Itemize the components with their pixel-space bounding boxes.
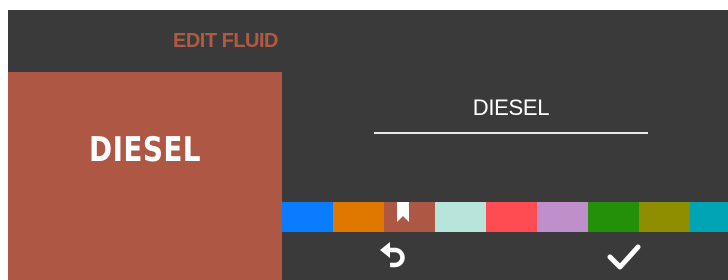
bookmark-icon bbox=[397, 202, 409, 222]
color-swatch-mint[interactable] bbox=[435, 202, 486, 232]
color-swatch-green[interactable] bbox=[588, 202, 639, 232]
undo-button[interactable] bbox=[362, 234, 422, 280]
color-swatch-rust[interactable] bbox=[384, 202, 435, 232]
color-swatch-lavender[interactable] bbox=[537, 202, 588, 232]
panel-title: EDIT FLUID bbox=[173, 30, 279, 52]
checkmark-icon bbox=[607, 244, 641, 270]
edit-fluid-panel: EDIT FLUID DIESEL bbox=[8, 10, 728, 280]
fluid-name-input[interactable] bbox=[374, 90, 648, 134]
undo-arrow-icon bbox=[380, 242, 405, 268]
color-palette bbox=[282, 202, 728, 232]
color-swatch-olive[interactable] bbox=[639, 202, 690, 232]
color-swatch-blue[interactable] bbox=[282, 202, 333, 232]
color-swatch-orange[interactable] bbox=[333, 202, 384, 232]
fluid-preview-tile: DIESEL bbox=[8, 72, 282, 280]
color-swatch-red[interactable] bbox=[486, 202, 537, 232]
fluid-preview-label: DIESEL bbox=[89, 130, 201, 170]
confirm-button[interactable] bbox=[594, 234, 654, 280]
color-swatch-teal[interactable] bbox=[690, 202, 728, 232]
